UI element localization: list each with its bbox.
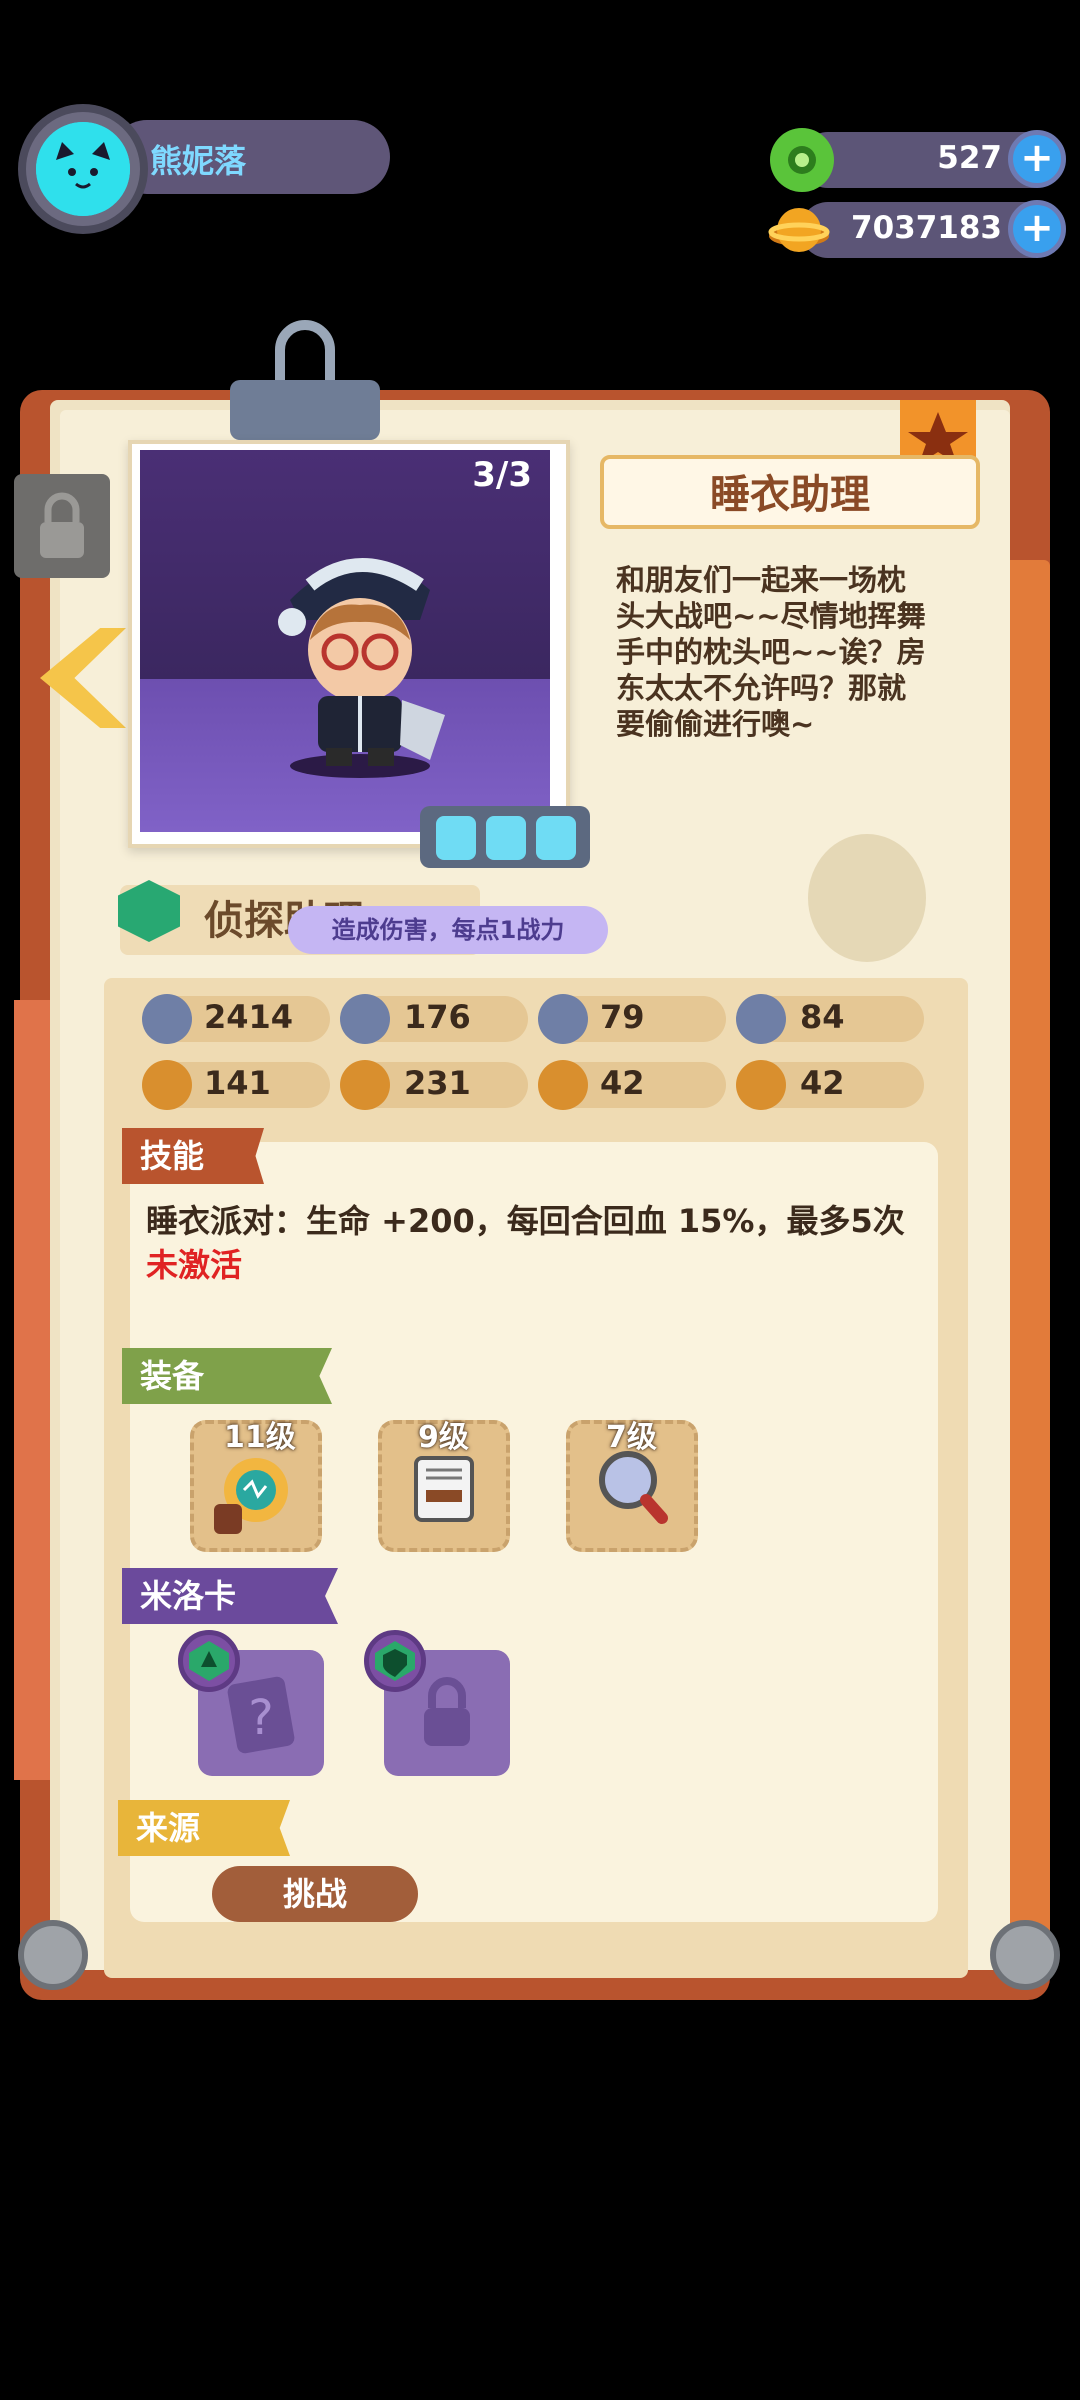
stat-stamina: 42 <box>600 1064 645 1102</box>
stat-defense: 79 <box>600 998 645 1036</box>
skill-ribbon: 技能 <box>122 1128 264 1184</box>
add-gem-button[interactable]: + <box>1008 130 1066 188</box>
equipment-level: 7级 <box>606 1420 657 1455</box>
fist-icon <box>142 1060 192 1110</box>
svg-text:?: ? <box>248 1690 273 1746</box>
challenge-button[interactable]: 挑战 <box>212 1866 418 1922</box>
rank-gem-icon <box>436 816 476 860</box>
seal-stamp-icon <box>808 834 926 962</box>
stat-attack: 176 <box>404 998 471 1036</box>
green-gem-value: 527 <box>937 140 1002 176</box>
heart-shield-icon <box>142 994 192 1044</box>
stat-intelligence: 42 <box>800 1064 845 1102</box>
source-ribbon: 来源 <box>118 1800 290 1856</box>
character-description: 和朋友们一起来一场枕 头大战吧~~尽情地挥舞 手中的枕头吧~~诶？房 东太太不允… <box>616 563 926 741</box>
add-coin-button[interactable]: + <box>1008 200 1066 258</box>
shield-icon <box>538 994 588 1044</box>
corner-bolt <box>18 1920 88 1990</box>
cards-ribbon: 米洛卡 <box>122 1568 338 1624</box>
skill-status: 未激活 <box>146 1246 243 1284</box>
card-slot-badge-shield-icon <box>364 1630 426 1692</box>
corner-bolt <box>990 1920 1060 1990</box>
stat-charm: 231 <box>404 1064 471 1102</box>
rank-gem-icon <box>536 816 576 860</box>
lock-tab[interactable] <box>14 474 110 578</box>
copies-count: 3/3 <box>472 455 532 495</box>
sword-icon <box>340 994 390 1044</box>
muscle-icon <box>538 1060 588 1110</box>
stat-speed: 84 <box>800 998 845 1036</box>
class-tooltip: 造成伤害，每点1战力 <box>288 906 608 954</box>
card-slot-badge-triangle-icon <box>178 1630 240 1692</box>
character-name: 睡衣助理 <box>710 472 870 518</box>
gold-coin-value: 7037183 <box>851 210 1002 246</box>
skill-description: 睡衣派对：生命 +200，每回合回血 15%，最多5次 <box>146 1202 905 1240</box>
lock-icon <box>40 492 84 558</box>
rank-gem-icon <box>486 816 526 860</box>
equipment-ribbon: 装备 <box>122 1348 332 1404</box>
speed-icon <box>736 994 786 1044</box>
equipment-level: 9级 <box>418 1420 469 1455</box>
cat-face-icon[interactable] <box>36 122 130 216</box>
binder-clip-icon <box>230 320 380 450</box>
stat-strength: 141 <box>204 1064 271 1102</box>
equipment-level: 11级 <box>224 1420 296 1455</box>
stat-hp: 2414 <box>204 998 294 1036</box>
smile-icon <box>340 1060 390 1110</box>
brain-icon <box>736 1060 786 1110</box>
player-name: 熊妮落 <box>150 142 247 180</box>
character-sprite <box>270 530 450 780</box>
